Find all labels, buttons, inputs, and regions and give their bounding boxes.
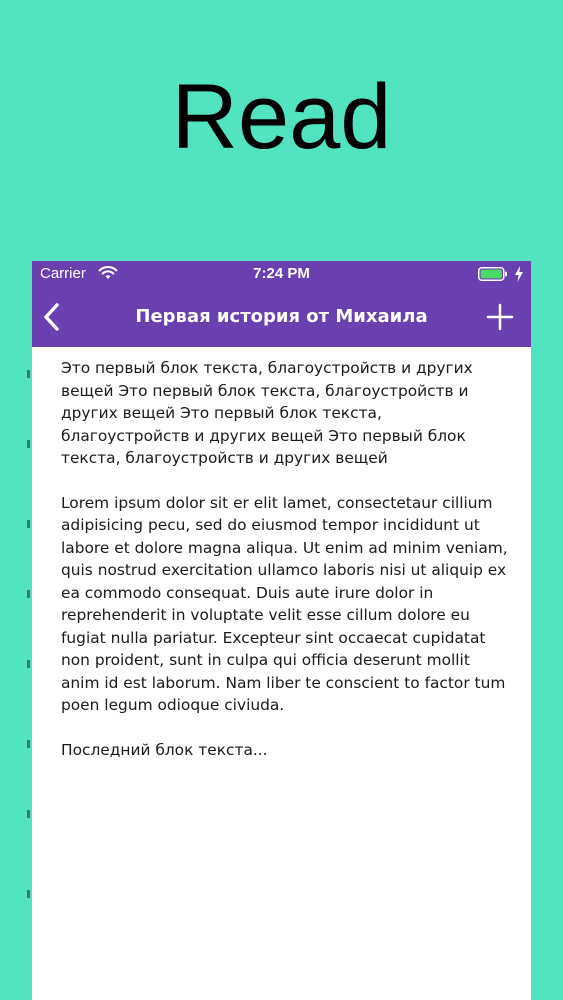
plus-icon <box>486 303 514 331</box>
story-title: Первая история от Михаила <box>135 306 428 327</box>
status-bar: Carrier 7:24 PM <box>32 261 531 287</box>
story-paragraph-1: Это первый блок текста, благоустройств и… <box>61 359 473 467</box>
add-button[interactable] <box>480 297 520 337</box>
navigation-bar: Первая история от Михаила <box>32 287 531 347</box>
phone-screen: Carrier 7:24 PM Первая история от Михаил… <box>32 261 531 1000</box>
back-button[interactable] <box>36 295 76 339</box>
hero-title: Read <box>171 66 392 168</box>
story-paragraph-3: Последний блок текста... <box>61 740 268 759</box>
battery-icon <box>478 267 507 281</box>
story-paragraph-2: Lorem ipsum dolor sit er elit lamet, con… <box>61 493 508 715</box>
status-time: 7:24 PM <box>253 265 310 282</box>
story-content: Это первый блок текста, благоустройств и… <box>61 357 511 783</box>
charging-bolt-icon <box>515 266 523 282</box>
chevron-left-icon <box>44 303 59 331</box>
background-edge-marks <box>27 370 30 898</box>
